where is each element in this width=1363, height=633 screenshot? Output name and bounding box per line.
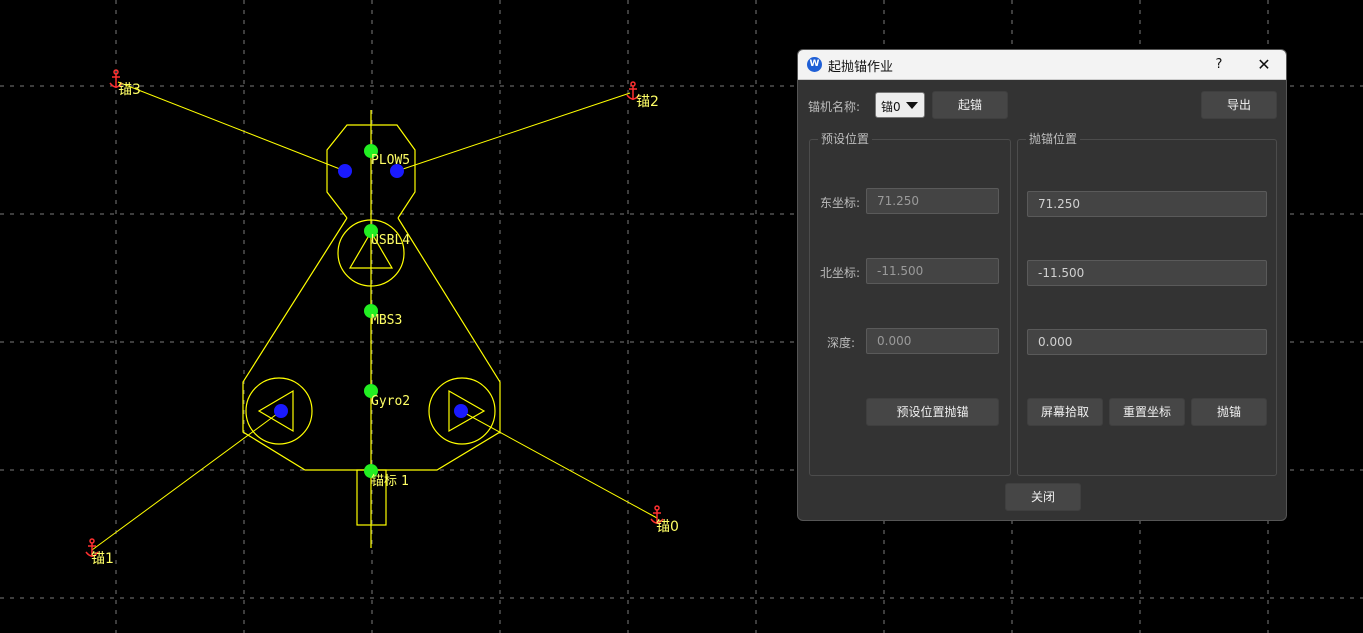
raise-anchor-button[interactable]: 起锚	[932, 91, 1008, 119]
app-logo-icon: W	[807, 57, 822, 72]
preset-north-label: 北坐标:	[820, 266, 861, 280]
preset-drop-anchor-button[interactable]: 预设位置抛锚	[866, 398, 999, 426]
dialog-title: 起抛锚作业	[828, 60, 894, 75]
thruster-marker	[274, 404, 288, 418]
screen-pick-button[interactable]: 屏幕拾取	[1027, 398, 1103, 426]
drop-east-field[interactable]	[1027, 191, 1267, 217]
winch-name-label: 锚机名称:	[808, 100, 861, 114]
preset-position-title: 预设位置	[818, 130, 873, 147]
sensor-label-anchor-mark: 锚标	[371, 474, 397, 489]
drop-north-field[interactable]	[1027, 260, 1267, 286]
winch-select[interactable]: 锚0	[875, 92, 925, 118]
dialog-titlebar[interactable]: W 起抛锚作业 ? ✕	[798, 50, 1286, 80]
close-icon[interactable]: ✕	[1252, 54, 1276, 76]
preset-east-field[interactable]	[866, 188, 999, 214]
anchor-label-3: 锚3	[118, 82, 141, 98]
preset-east-label: 东坐标:	[820, 196, 861, 210]
sensor-label-plow5: PLOW5	[371, 153, 410, 168]
reset-coordinates-button[interactable]: 重置坐标	[1109, 398, 1185, 426]
drop-depth-field[interactable]	[1027, 329, 1267, 355]
preset-depth-field[interactable]	[866, 328, 999, 354]
anchor-label-2: 锚2	[636, 94, 659, 110]
export-button[interactable]: 导出	[1201, 91, 1277, 119]
sensor-label-gyro2: Gyro2	[371, 394, 410, 409]
close-button[interactable]: 关闭	[1005, 483, 1081, 511]
chevron-down-icon	[906, 102, 918, 109]
winch-select-value: 锚0	[881, 100, 901, 114]
thruster-marker	[338, 164, 352, 178]
sensor-labels: PLOW5 USBL4 MBS3 Gyro2 锚标 1	[371, 153, 410, 489]
anchor-label-1: 锚1	[91, 551, 114, 567]
sensor-label-gps1: 1	[401, 474, 409, 489]
help-button[interactable]: ?	[1208, 54, 1230, 76]
thruster-marker	[454, 404, 468, 418]
preset-depth-label: 深度:	[827, 336, 856, 350]
anchor-label-0: 锚0	[656, 519, 679, 535]
preset-north-field[interactable]	[866, 258, 999, 284]
drop-position-title: 抛锚位置	[1026, 130, 1081, 147]
anchor-operation-dialog: W 起抛锚作业 ? ✕ 锚机名称: 锚0 起锚 导出 预设位置 东坐标: 北坐标…	[797, 49, 1287, 521]
drop-anchor-button[interactable]: 抛锚	[1191, 398, 1267, 426]
sensor-label-mbs3: MBS3	[371, 313, 402, 328]
sensor-label-usbl4: USBL4	[371, 233, 410, 248]
